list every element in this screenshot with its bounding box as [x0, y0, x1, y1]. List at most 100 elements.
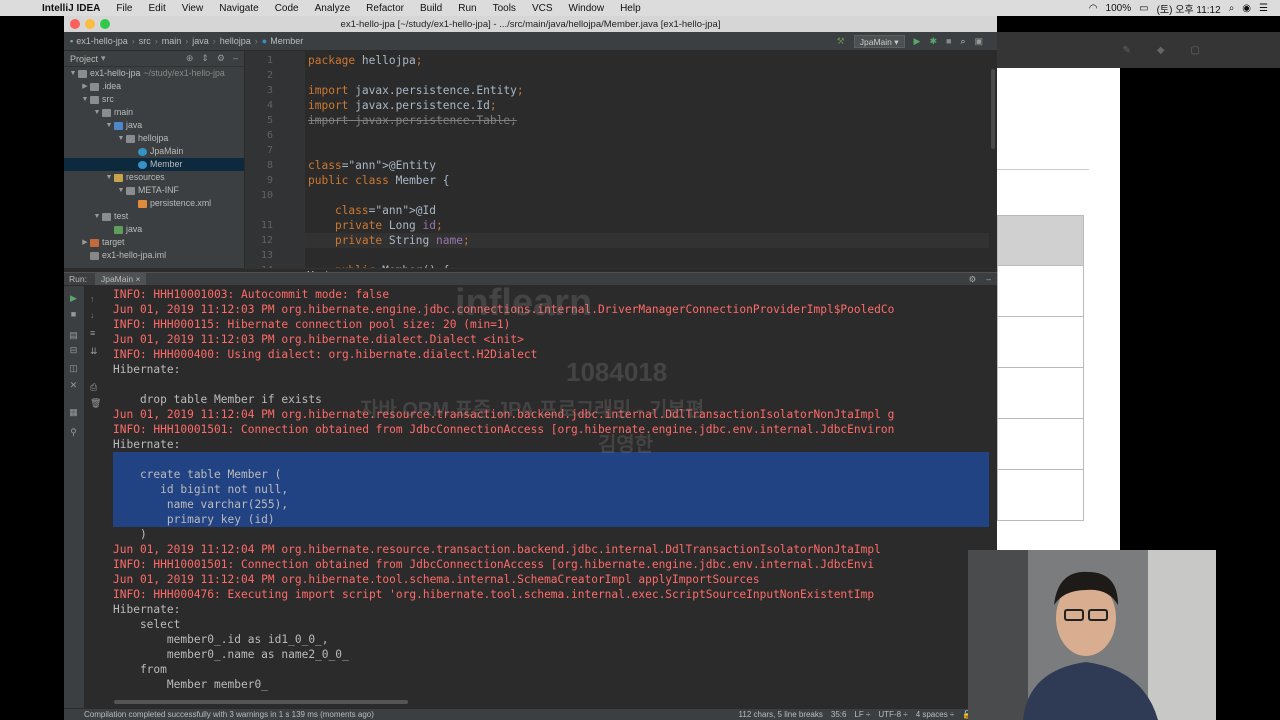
project-structure-icon[interactable]: ▣ [974, 36, 983, 47]
down-arrow-icon[interactable]: ↓ [90, 310, 95, 320]
code-line[interactable]: import javax.persistence.Entity; [308, 83, 524, 98]
menu-vcs[interactable]: VCS [524, 3, 561, 14]
console-line[interactable]: drop table Member if exists [113, 392, 322, 407]
menu-window[interactable]: Window [561, 3, 613, 14]
console-line[interactable]: INFO: HHH000476: Executing import script… [113, 587, 874, 602]
expand-arrow-icon[interactable]: ▼ [92, 210, 102, 223]
expand-arrow-icon[interactable]: ▼ [80, 93, 90, 106]
code-line[interactable]: class="ann">@Entity [308, 158, 436, 173]
project-view-selector[interactable]: Project [70, 54, 98, 64]
close-window-button[interactable] [70, 19, 80, 29]
close-icon[interactable]: ✕ [68, 381, 79, 390]
project-tree-item[interactable]: Member [64, 158, 244, 171]
run-configuration-select[interactable]: JpaMain ▾ [853, 34, 905, 48]
restore-layout-icon[interactable]: ▤ [68, 331, 79, 340]
battery-percent[interactable]: 100% [1106, 3, 1132, 14]
nav-crumb-project[interactable]: ▪ ex1-hello-jpa [70, 36, 128, 46]
console-line[interactable]: id bigint not null, [113, 482, 288, 497]
project-tree-item[interactable]: ex1-hello-jpa.iml [64, 249, 244, 262]
search-icon[interactable]: ⌕ [1229, 3, 1235, 14]
console-line[interactable]: Jun 01, 2019 11:12:04 PM org.hibernate.r… [113, 407, 894, 422]
menu-file[interactable]: File [108, 3, 140, 14]
console-line[interactable]: select [113, 617, 180, 632]
locate-icon[interactable]: ⊕ [186, 53, 194, 64]
console-line[interactable]: ) [113, 527, 147, 542]
console-line[interactable]: Hibernate: [113, 602, 180, 617]
console-line[interactable]: primary key (id) [113, 512, 275, 527]
project-tree-item[interactable]: ▼ ex1-hello-jpa ~/study/ex1-hello-jpa [64, 67, 244, 80]
menu-analyze[interactable]: Analyze [307, 3, 359, 14]
layout-icon[interactable]: ▦ [68, 408, 79, 417]
expand-arrow-icon[interactable]: ▼ [92, 106, 102, 119]
menu-app-name[interactable]: IntelliJ IDEA [34, 3, 108, 14]
gear-icon[interactable]: ⚙ [969, 274, 977, 285]
pin-tab-icon[interactable]: ⊟ [68, 346, 79, 355]
project-tree-item[interactable]: java [64, 223, 244, 236]
pen-icon[interactable]: ✎ [1122, 45, 1130, 56]
console-line[interactable]: INFO: HHH10001501: Connection obtained f… [113, 422, 894, 437]
nav-crumb-member[interactable]: ● Member [262, 36, 303, 46]
project-tree-item[interactable]: ▼ main [64, 106, 244, 119]
menubar-clock[interactable]: (토) 오후 11:12 [1157, 1, 1221, 16]
battery-icon[interactable]: ▭ [1139, 3, 1148, 14]
project-tree-item[interactable]: ▼ test [64, 210, 244, 223]
console-line[interactable]: create table Member ( [113, 467, 281, 482]
debug-icon[interactable]: ✱ [929, 36, 937, 47]
project-tree-item[interactable]: ▼ resources [64, 171, 244, 184]
gear-icon[interactable]: ⚙ [217, 53, 225, 64]
project-tree-item[interactable]: ▶ target [64, 236, 244, 249]
console-line[interactable]: member0_.name as name2_0_0_ [113, 647, 349, 662]
project-tree-item[interactable]: ▼ hellojpa [64, 132, 244, 145]
nav-crumb-java[interactable]: java [192, 36, 209, 46]
menu-build[interactable]: Build [412, 3, 450, 14]
console-line[interactable]: Jun 01, 2019 11:12:03 PM org.hibernate.e… [113, 302, 894, 317]
run-icon[interactable]: ▶ [914, 36, 921, 47]
menu-view[interactable]: View [174, 3, 212, 14]
indent-setting[interactable]: 4 spaces ÷ [916, 710, 955, 719]
console-line[interactable]: from [113, 662, 167, 677]
nav-crumb-main[interactable]: main [162, 36, 182, 46]
zoom-window-button[interactable] [100, 19, 110, 29]
console-line[interactable]: Member member0_ [113, 677, 268, 692]
nav-crumb-hellojpa[interactable]: hellojpa [220, 36, 251, 46]
run-console[interactable]: INFO: HHH10001003: Autocommit mode: fals… [106, 286, 997, 708]
expand-arrow-icon[interactable]: ▼ [104, 171, 114, 184]
console-line[interactable]: Jun 01, 2019 11:12:03 PM org.hibernate.d… [113, 332, 524, 347]
expand-arrow-icon[interactable]: ▼ [104, 119, 114, 132]
stop-icon[interactable]: ■ [68, 310, 79, 319]
console-line[interactable]: INFO: HHH000115: Hibernate connection po… [113, 317, 510, 332]
rerun-icon[interactable]: ▶ [68, 294, 79, 303]
stop-icon[interactable]: ■ [946, 36, 951, 46]
camera-icon[interactable]: ◫ [68, 364, 79, 373]
console-line[interactable]: name varchar(255), [113, 497, 288, 512]
status-message[interactable]: Compilation completed successfully with … [84, 710, 374, 719]
menu-run[interactable]: Run [450, 3, 484, 14]
console-line[interactable]: Hibernate: [113, 362, 180, 377]
project-tree-item[interactable]: ▶ .idea [64, 80, 244, 93]
chevron-down-icon[interactable]: ▾ [101, 53, 106, 64]
caret-position[interactable]: 35:6 [831, 710, 847, 719]
siri-icon[interactable]: ◉ [1242, 3, 1251, 14]
project-tree-item[interactable]: persistence.xml [64, 197, 244, 210]
project-tree-item[interactable]: JpaMain [64, 145, 244, 158]
code-line[interactable]: import javax.persistence.Table; [308, 113, 517, 128]
project-tree-item[interactable]: ▼ src [64, 93, 244, 106]
run-tab-jpamain[interactable]: JpaMain × [94, 273, 147, 285]
console-horizontal-scrollbar[interactable] [114, 700, 408, 704]
trash-icon[interactable]: 🗑 [90, 398, 101, 409]
expand-arrow-icon[interactable]: ▼ [68, 67, 78, 80]
wifi-icon[interactable]: ◠ [1089, 3, 1098, 14]
build-hammer-icon[interactable]: ⚒ [837, 36, 845, 47]
code-line[interactable]: package hellojpa; [308, 53, 423, 68]
console-line[interactable]: Hibernate: [113, 437, 180, 452]
console-line[interactable]: INFO: HHH10001003: Autocommit mode: fals… [113, 287, 389, 302]
menu-tools[interactable]: Tools [485, 3, 524, 14]
window-icon[interactable]: ▢ [1191, 45, 1200, 56]
file-encoding[interactable]: UTF-8 ÷ [878, 710, 907, 719]
minimize-window-button[interactable] [85, 19, 95, 29]
console-line[interactable]: INFO: HHH10001501: Connection obtained f… [113, 557, 874, 572]
hide-panel-icon[interactable]: – [986, 274, 991, 285]
code-line[interactable]: class="ann">@Id [308, 203, 436, 218]
project-tree-item[interactable]: ▼ META-INF [64, 184, 244, 197]
collapse-arrow-icon[interactable]: ▶ [80, 236, 90, 249]
